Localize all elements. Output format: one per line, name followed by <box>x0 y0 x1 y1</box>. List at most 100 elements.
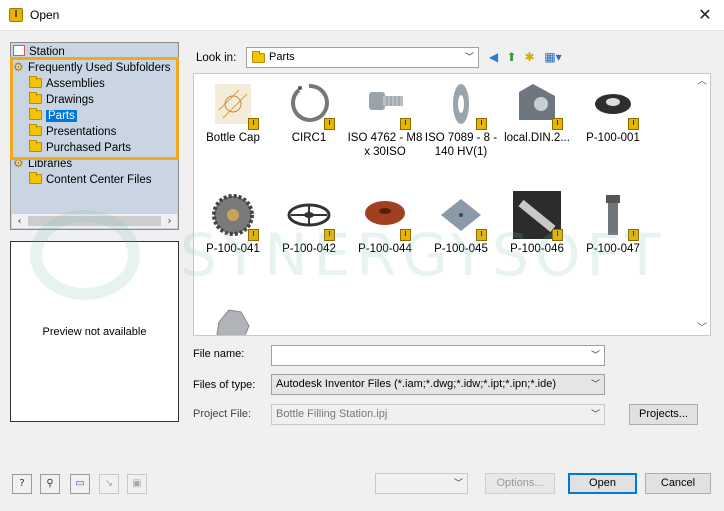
find-icon[interactable]: ⚲ <box>40 474 60 494</box>
inventor-part-badge-icon: I <box>324 229 335 241</box>
properties-icon: ▣ <box>127 474 147 494</box>
tree-item-station[interactable]: Station <box>13 44 65 60</box>
tree-item-label: Content Center Files <box>46 174 152 186</box>
file-item[interactable]: I P-100-042 <box>270 191 348 256</box>
file-item[interactable]: I P-100-046 <box>498 191 576 256</box>
file-item[interactable]: I ISO 4762 - M8 x 30ISO <box>346 80 424 159</box>
file-item[interactable]: I P-100-041 <box>194 191 272 256</box>
file-item[interactable]: I P-100-047 <box>574 191 652 256</box>
file-item[interactable]: Ilocal.DIN.2... <box>498 80 576 145</box>
scroll-thumb[interactable] <box>28 216 161 226</box>
tree-item-label: Parts <box>46 110 77 122</box>
open-mode-dropdown: ﹀ <box>375 473 468 494</box>
folder-icon <box>29 76 42 88</box>
part-thumbnail-icon: I <box>437 191 487 241</box>
file-name-text: Bottle Cap <box>206 132 260 144</box>
part-thumbnail-icon: I <box>209 302 257 335</box>
tree-item-frequently-used[interactable]: ⚙ Frequently Used Subfolders <box>13 60 171 76</box>
inventor-part-badge-icon: I <box>248 118 259 130</box>
file-name-text: ISO 4762 - M8 x 30ISO <box>347 132 423 158</box>
tree-item-assemblies[interactable]: Assemblies <box>29 76 105 92</box>
part-thumbnail-icon: I <box>361 191 411 241</box>
projects-button[interactable]: Projects... <box>629 404 698 425</box>
part-thumbnail-icon: I <box>285 80 335 130</box>
inventor-part-badge-icon: I <box>628 229 639 241</box>
file-name-input[interactable]: ﹀ <box>271 345 605 366</box>
part-thumbnail-icon: I <box>589 191 639 241</box>
file-name-text: P-100-047 <box>586 243 640 255</box>
folder-icon <box>29 124 42 136</box>
tree-item-label: Libraries <box>28 158 73 170</box>
tree-item-label: Station <box>29 46 65 58</box>
part-thumbnail-icon: I <box>285 191 335 241</box>
inventor-part-badge-icon: I <box>400 118 411 130</box>
file-item[interactable]: I P-100-001 <box>574 80 652 145</box>
file-name-text: P-100-044 <box>358 243 412 255</box>
file-list-vertical-scrollbar[interactable]: ︿ ﹀ <box>694 74 710 335</box>
files-of-type-dropdown[interactable]: Autodesk Inventor Files (*.iam;*.dwg;*.i… <box>271 374 605 395</box>
inventor-part-badge-icon: I <box>324 118 335 130</box>
inventor-part-badge-icon: I <box>400 229 411 241</box>
folder-icon <box>252 51 265 63</box>
file-item[interactable]: I ISO 7089 - 8 - 140 HV(1) <box>422 80 500 159</box>
file-item[interactable]: I CIRC1 <box>270 80 348 145</box>
back-icon[interactable]: ◀ <box>486 50 501 65</box>
look-in-label: Look in: <box>196 52 237 64</box>
tree-item-content-center[interactable]: Content Center Files <box>29 172 151 188</box>
file-item[interactable]: I <box>194 302 272 335</box>
project-file-value: Bottle Filling Station.ipj <box>276 408 388 420</box>
chevron-down-icon: ﹀ <box>453 478 463 488</box>
new-file-icon[interactable]: ▭ <box>70 474 90 494</box>
files-of-type-label: Files of type: <box>193 379 256 391</box>
part-thumbnail-icon: I <box>513 191 563 241</box>
folder-icon <box>29 92 42 104</box>
inventor-part-badge-icon: I <box>552 118 563 130</box>
preview-pane: Preview not available <box>10 241 179 422</box>
cancel-button[interactable]: Cancel <box>645 473 711 494</box>
scroll-down-icon[interactable]: ﹀ <box>694 321 710 335</box>
file-list[interactable]: ︿ ﹀ I Bottle Cap I CIRC1 I ISO 4762 - M8 x 30… <box>193 73 711 336</box>
file-item[interactable]: I P-100-045 <box>422 191 500 256</box>
help-icon[interactable]: ? <box>12 474 32 494</box>
tree-item-presentations[interactable]: Presentations <box>29 124 116 140</box>
inventor-app-icon: I <box>9 8 23 22</box>
tree-item-label: Assemblies <box>46 78 105 90</box>
tree-item-libraries[interactable]: ⚙ Libraries <box>13 156 72 172</box>
tree-item-parts[interactable]: Parts <box>29 108 77 124</box>
tree-item-label: Presentations <box>46 126 117 138</box>
up-folder-icon[interactable]: ⬆ <box>504 50 519 65</box>
inventor-part-badge-icon: I <box>552 229 563 241</box>
file-item[interactable]: I P-100-044 <box>346 191 424 256</box>
view-menu-icon[interactable]: ▦▾ <box>541 50 565 65</box>
preview-text: Preview not available <box>42 326 147 338</box>
scroll-left-icon[interactable]: ‹ <box>12 214 27 229</box>
chevron-down-icon: ﹀ <box>590 409 600 419</box>
favorites-icon: ⚙ <box>13 156 24 170</box>
file-name-text: P-100-041 <box>206 243 260 255</box>
location-tree[interactable]: Station ⚙ Frequently Used Subfolders Asse… <box>10 42 179 230</box>
scroll-right-icon[interactable]: › <box>162 214 177 229</box>
favorites-icon: ⚙ <box>13 60 24 74</box>
options-button: Options... <box>485 473 555 494</box>
close-button[interactable]: ✕ <box>694 5 716 25</box>
check-in-icon: ↘ <box>99 474 119 494</box>
files-of-type-value: Autodesk Inventor Files (*.iam;*.dwg;*.i… <box>276 378 557 390</box>
part-thumbnail-icon: I <box>361 80 411 130</box>
chevron-down-icon: ﹀ <box>590 350 600 360</box>
new-folder-icon[interactable]: ✱ <box>522 50 537 65</box>
tree-item-purchased-parts[interactable]: Purchased Parts <box>29 140 131 156</box>
tree-item-drawings[interactable]: Drawings <box>29 92 94 108</box>
tree-horizontal-scrollbar[interactable]: ‹ › <box>12 213 177 228</box>
scroll-up-icon[interactable]: ︿ <box>694 74 710 90</box>
title-bar: I Open ✕ <box>0 0 724 31</box>
inventor-part-badge-icon: I <box>476 229 487 241</box>
chevron-down-icon: ﹀ <box>590 379 600 389</box>
inventor-part-badge-icon: I <box>248 229 259 241</box>
part-thumbnail-icon: I <box>209 191 259 241</box>
part-thumbnail-icon: I <box>589 80 639 130</box>
look-in-dropdown[interactable]: Parts ﹀ <box>246 47 479 68</box>
part-thumbnail-icon: I <box>209 80 259 130</box>
open-button[interactable]: Open <box>568 473 637 494</box>
file-name-text: P-100-045 <box>434 243 488 255</box>
file-item[interactable]: I Bottle Cap <box>194 80 272 145</box>
